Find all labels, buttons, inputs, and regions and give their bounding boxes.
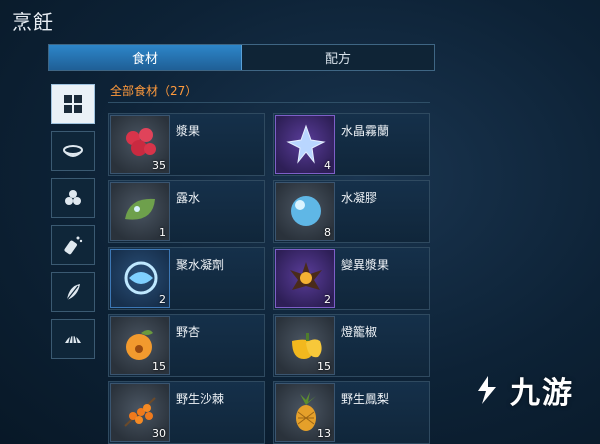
- item-icon-frame: 2: [110, 249, 170, 308]
- salt-shaker-icon: [64, 236, 83, 255]
- item-name: 野生沙棘: [176, 392, 225, 406]
- window-title: 烹飪: [12, 10, 54, 34]
- category-title: 全部食材（27）: [110, 84, 198, 98]
- item-name: 水晶霧蘭: [341, 124, 390, 138]
- item-icon-frame: 8: [275, 182, 335, 241]
- item-count: 15: [317, 360, 331, 373]
- ingredient-card-wild-pineapple[interactable]: 13 野生鳳梨: [273, 381, 430, 444]
- item-name: 野生鳳梨: [341, 392, 390, 406]
- ingredient-card-mutant-berry[interactable]: 2 變異漿果: [273, 247, 430, 310]
- item-icon-frame: 15: [110, 316, 170, 375]
- item-name: 野杏: [176, 325, 201, 339]
- ingredient-card-water-condensate[interactable]: 2 聚水凝劑: [108, 247, 265, 310]
- jiuyou-logo-icon: [478, 376, 496, 404]
- item-count: 13: [317, 427, 331, 440]
- ingredient-card-crystal-orchid[interactable]: 4 水晶霧蘭: [273, 113, 430, 176]
- item-name: 露水: [176, 191, 201, 205]
- tab-bar: 食材 配方: [48, 44, 435, 71]
- ingredient-card-berries[interactable]: 35 漿果: [108, 113, 265, 176]
- ingredient-card-hydrogel[interactable]: 8 水凝膠: [273, 180, 430, 243]
- tab-recipes[interactable]: 配方: [242, 45, 434, 70]
- item-name: 水凝膠: [341, 191, 378, 205]
- divider: [108, 102, 430, 103]
- sidebar-item-seasonings[interactable]: [51, 225, 95, 265]
- item-name: 聚水凝劑: [176, 258, 225, 272]
- dew-leaf-icon: [125, 198, 155, 220]
- watermark: 九游: [470, 368, 574, 412]
- mutant-berry-icon: [290, 262, 322, 290]
- item-icon-frame: 15: [275, 316, 335, 375]
- item-count: 1: [159, 226, 166, 239]
- ingredient-card-dew[interactable]: 1 露水: [108, 180, 265, 243]
- item-icon-frame: 30: [110, 383, 170, 442]
- item-count: 2: [324, 293, 331, 306]
- item-name: 燈籠椒: [341, 325, 378, 339]
- item-name: 變異漿果: [341, 258, 390, 272]
- item-name: 漿果: [176, 124, 201, 138]
- sidebar-item-dishes[interactable]: [51, 131, 95, 171]
- item-count: 8: [324, 226, 331, 239]
- fruit-icon: [65, 190, 81, 205]
- item-icon-frame: 13: [275, 383, 335, 442]
- grid-icon: [64, 95, 82, 113]
- ingredient-card-sea-buckthorn[interactable]: 30 野生沙棘: [108, 381, 265, 444]
- sidebar-item-seafood[interactable]: [51, 319, 95, 359]
- item-count: 15: [152, 360, 166, 373]
- item-count: 2: [159, 293, 166, 306]
- ingredient-grid: 35 漿果 4 水晶霧蘭 1 露水 8 水凝膠 2 聚水凝劑 2 變異漿果 15…: [108, 113, 430, 444]
- sidebar-item-grains[interactable]: [51, 272, 95, 312]
- shell-icon: [65, 333, 81, 344]
- item-count: 35: [152, 159, 166, 172]
- sidebar-item-all[interactable]: [51, 84, 95, 124]
- item-icon-frame: 2: [275, 249, 335, 308]
- item-icon-frame: 4: [275, 115, 335, 174]
- ingredient-card-bell-pepper[interactable]: 15 燈籠椒: [273, 314, 430, 377]
- watermark-text: 九游: [510, 376, 574, 411]
- sidebar-item-fruits[interactable]: [51, 178, 95, 218]
- water-orb-icon: [124, 261, 158, 295]
- item-icon-frame: 1: [110, 182, 170, 241]
- bowl-icon: [63, 145, 83, 157]
- leaf-icon: [66, 284, 80, 301]
- category-sidebar: [51, 84, 95, 366]
- crystal-flower-icon: [286, 124, 326, 164]
- water-gel-icon: [291, 196, 321, 226]
- item-count: 4: [324, 159, 331, 172]
- item-icon-frame: 35: [110, 115, 170, 174]
- ingredient-card-wild-apricot[interactable]: 15 野杏: [108, 314, 265, 377]
- item-count: 30: [152, 427, 166, 440]
- tab-ingredients[interactable]: 食材: [49, 45, 242, 70]
